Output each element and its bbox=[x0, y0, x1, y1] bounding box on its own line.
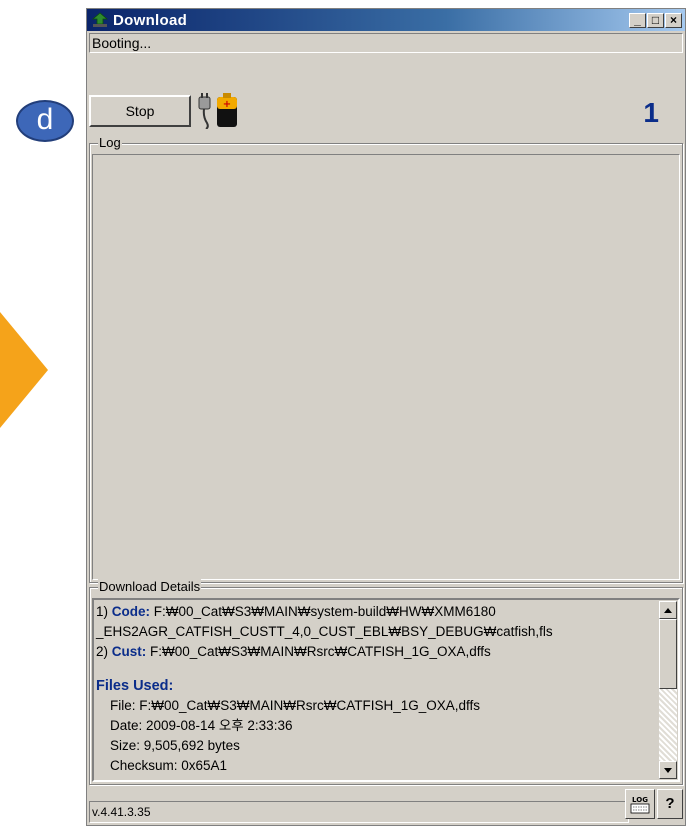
arrow-up-icon bbox=[664, 607, 672, 613]
battery-connector-icon: + bbox=[197, 91, 243, 130]
maximize-button[interactable]: □ bbox=[647, 12, 664, 28]
detail-size: Size: 9,505,692 bytes bbox=[110, 738, 240, 753]
log-group: Log bbox=[89, 135, 683, 583]
scroll-thumb[interactable] bbox=[659, 619, 677, 689]
log-button[interactable]: LOG bbox=[625, 789, 655, 819]
download-counter: 1 bbox=[643, 97, 659, 128]
status-bar: v.4.41.3.35 LOG ? bbox=[89, 789, 683, 823]
scroll-up-button[interactable] bbox=[659, 601, 677, 619]
step-badge: d bbox=[16, 100, 74, 142]
details-scrollbar[interactable] bbox=[659, 601, 677, 779]
orange-arrow-decoration bbox=[0, 312, 48, 428]
download-window: Download _ □ × Booting... Stop + 1 Log D… bbox=[86, 8, 686, 826]
detail-checksum: Checksum: 0x65A1 bbox=[110, 758, 228, 773]
download-details-group: Download Details 1) Code: F:₩00_Cat₩S3₩M… bbox=[89, 579, 683, 785]
download-details-label: Download Details bbox=[98, 579, 202, 594]
arrow-down-icon bbox=[664, 767, 672, 773]
svg-text:+: + bbox=[223, 99, 231, 110]
version-label: v.4.41.3.35 bbox=[89, 801, 629, 823]
minimize-button[interactable]: _ bbox=[629, 12, 646, 28]
svg-text:LOG: LOG bbox=[632, 796, 648, 804]
scroll-down-button[interactable] bbox=[659, 761, 677, 779]
detail-file: File: F:₩00_Cat₩S3₩MAIN₩Rsrc₩CATFISH_1G_… bbox=[110, 698, 481, 713]
detail-line-code-cont: _EHS2AGR_CATFISH_CUSTT_4,0_CUST_EBL₩BSY_… bbox=[96, 624, 553, 639]
help-button[interactable]: ? bbox=[657, 789, 683, 819]
detail-line-cust: 2) Cust: F:₩00_Cat₩S3₩MAIN₩Rsrc₩CATFISH_… bbox=[96, 644, 491, 659]
detail-date: Date: 2009-08-14 오후 2:33:36 bbox=[110, 718, 293, 733]
title-bar[interactable]: Download _ □ × bbox=[87, 9, 685, 31]
stop-button[interactable]: Stop bbox=[89, 95, 191, 127]
log-keyboard-icon: LOG bbox=[630, 796, 650, 814]
log-label: Log bbox=[98, 135, 122, 150]
details-text-area[interactable]: 1) Code: F:₩00_Cat₩S3₩MAIN₩system-build₩… bbox=[92, 598, 680, 782]
log-area[interactable] bbox=[92, 154, 680, 580]
window-title: Download bbox=[113, 11, 188, 29]
close-button[interactable]: × bbox=[665, 12, 682, 28]
app-icon bbox=[90, 11, 110, 29]
files-used-heading: Files Used: bbox=[96, 678, 174, 694]
status-text: Booting... bbox=[89, 33, 683, 53]
detail-line-code: 1) Code: F:₩00_Cat₩S3₩MAIN₩system-build₩… bbox=[96, 604, 496, 619]
